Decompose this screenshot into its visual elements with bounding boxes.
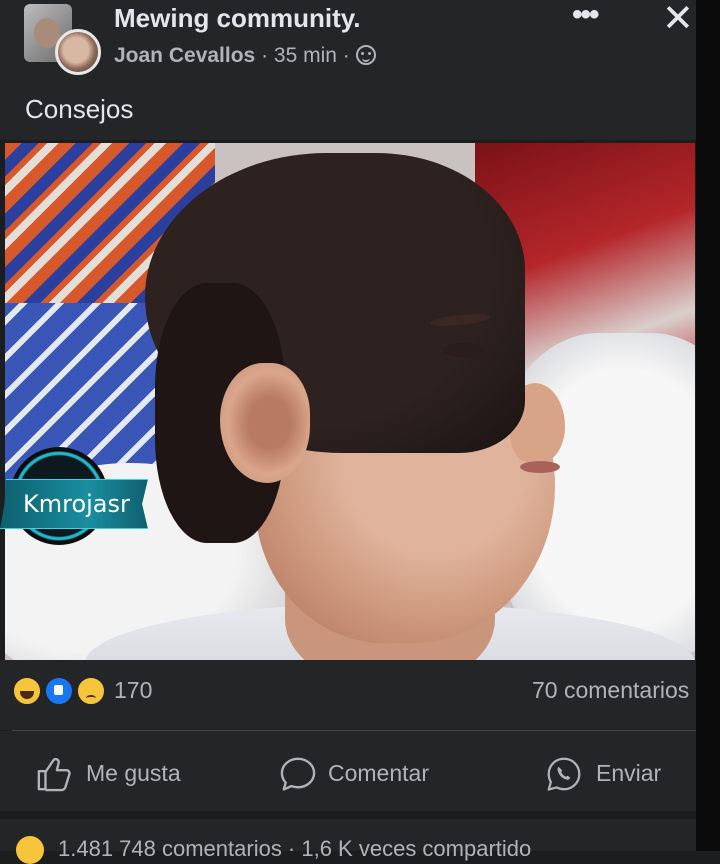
post-caption: Consejos [25, 94, 134, 124]
comment-button[interactable]: Comentar [328, 760, 429, 787]
watermark-text: Kmrojasr [23, 490, 130, 518]
group-name[interactable]: Mewing community. [114, 3, 361, 34]
comment-icon[interactable] [278, 756, 318, 792]
haha-reaction-icon[interactable] [12, 676, 42, 706]
author-avatar[interactable] [55, 29, 101, 75]
reaction-count[interactable]: 170 [114, 677, 152, 704]
screen-edge [696, 0, 720, 851]
separator [0, 811, 696, 819]
post-meta: Joan Cevallos · 35 min · [114, 44, 376, 68]
more-options-icon[interactable]: ••• [572, 0, 599, 32]
thumbs-up-icon[interactable] [34, 756, 74, 792]
like-button[interactable]: Me gusta [86, 760, 181, 787]
author-name[interactable]: Joan Cevallos [114, 44, 255, 67]
whatsapp-icon[interactable] [543, 756, 585, 792]
haha-reaction-icon[interactable] [16, 836, 44, 864]
post-photo[interactable] [5, 143, 695, 660]
send-button[interactable]: Enviar [596, 760, 661, 787]
sad-reaction-icon[interactable] [76, 676, 106, 706]
close-icon[interactable]: ✕ [662, 0, 694, 41]
comments-count[interactable]: 70 comentarios [532, 677, 689, 704]
next-post-summary: 1.481 748 comentarios · 1,6 K veces comp… [58, 836, 532, 861]
like-reaction-icon[interactable] [44, 676, 74, 706]
audience-icon [355, 45, 376, 65]
post-time: · 35 min · [255, 44, 356, 67]
